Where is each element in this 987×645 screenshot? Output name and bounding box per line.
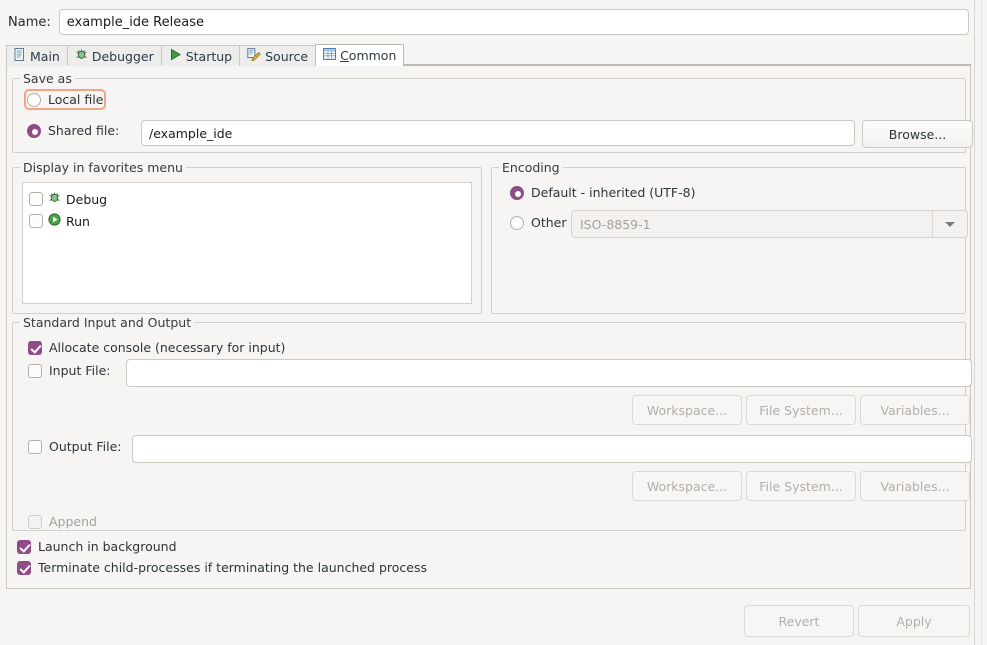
- allocate-console-row[interactable]: Allocate console (necessary for input): [28, 340, 285, 355]
- tab-main-label: Main: [30, 48, 60, 64]
- launch-in-background-checkbox[interactable]: [17, 539, 31, 554]
- save-as-title: Save as: [20, 71, 75, 86]
- encoding-default-radio[interactable]: [510, 185, 524, 200]
- append-label: Append: [49, 514, 97, 529]
- stdio-title: Standard Input and Output: [20, 315, 195, 330]
- output-variables-label: Variables...: [880, 478, 950, 494]
- allocate-console-label: Allocate console (necessary for input): [49, 340, 286, 355]
- allocate-console-checkbox[interactable]: [28, 340, 42, 355]
- tab-source-label: Source: [265, 48, 309, 64]
- encoding-default-label: Default - inherited (UTF-8): [531, 185, 696, 200]
- output-workspace-label: Workspace...: [646, 478, 728, 494]
- terminate-children-row[interactable]: Terminate child-processes if terminating…: [17, 560, 427, 575]
- input-file-input[interactable]: [126, 359, 972, 387]
- input-variables-label: Variables...: [880, 402, 950, 418]
- append-checkbox[interactable]: [28, 514, 42, 529]
- revert-button[interactable]: Revert: [744, 605, 854, 637]
- tab-debugger-label: Debugger: [91, 48, 154, 64]
- output-file-label: Output File:: [49, 439, 122, 454]
- encoding-other-combobox[interactable]: ISO-8859-1: [571, 210, 968, 238]
- encoding-other-value: ISO-8859-1: [580, 216, 651, 232]
- tab-startup-label: Startup: [185, 48, 233, 64]
- favorites-debug-checkbox[interactable]: [29, 192, 43, 206]
- output-filesystem-label: File System...: [759, 478, 843, 494]
- input-workspace-label: Workspace...: [646, 402, 728, 418]
- launch-in-background-row[interactable]: Launch in background: [17, 539, 177, 554]
- output-file-row[interactable]: Output File:: [28, 439, 122, 454]
- window-right-edge: [981, 0, 982, 645]
- shared-file-radio[interactable]: [27, 123, 41, 138]
- launch-configuration-dialog: Name: example_ide Release Main Debugger …: [0, 0, 987, 645]
- append-row[interactable]: Append: [28, 514, 97, 529]
- local-file-radio-row[interactable]: Local file: [23, 89, 107, 110]
- shared-file-label: Shared file:: [48, 123, 120, 138]
- tab-common-label: Common: [340, 48, 397, 63]
- input-workspace-button[interactable]: Workspace...: [632, 395, 742, 425]
- output-filesystem-button[interactable]: File System...: [746, 471, 856, 501]
- shared-file-input[interactable]: /example_ide: [141, 120, 855, 146]
- apply-button[interactable]: Apply: [858, 605, 970, 637]
- input-filesystem-button[interactable]: File System...: [746, 395, 856, 425]
- input-filesystem-label: File System...: [759, 402, 843, 418]
- tab-bar: Main Debugger Startup Source Common: [6, 44, 971, 66]
- local-file-radio[interactable]: [27, 92, 41, 107]
- common-tab-panel: Save as Local file Shared file: /example…: [6, 66, 973, 589]
- common-table-icon: [323, 48, 336, 63]
- apply-button-label: Apply: [896, 613, 932, 629]
- chevron-down-icon[interactable]: [932, 211, 967, 237]
- play-icon: [169, 48, 182, 64]
- source-edit-icon: [247, 48, 261, 64]
- output-file-input[interactable]: [132, 435, 972, 463]
- favorites-list[interactable]: Debug Run: [22, 182, 472, 304]
- tab-startup[interactable]: Startup: [160, 45, 241, 66]
- name-input[interactable]: example_ide Release: [58, 9, 969, 35]
- tab-debugger[interactable]: Debugger: [66, 45, 162, 66]
- favorites-item-run[interactable]: Run: [23, 211, 471, 231]
- shared-file-radio-row[interactable]: Shared file:: [27, 123, 119, 138]
- name-label: Name:: [8, 14, 51, 30]
- encoding-group: Encoding Default - inherited (UTF-8) Oth…: [491, 160, 968, 314]
- favorites-item-debug[interactable]: Debug: [23, 189, 471, 209]
- terminate-children-label: Terminate child-processes if terminating…: [38, 560, 428, 575]
- save-as-group: Save as Local file Shared file: /example…: [12, 71, 973, 153]
- launch-in-background-label: Launch in background: [38, 539, 177, 554]
- tab-common[interactable]: Common: [315, 44, 405, 66]
- output-workspace-button[interactable]: Workspace...: [632, 471, 742, 501]
- tab-source[interactable]: Source: [239, 45, 317, 66]
- input-file-label: Input File:: [49, 363, 111, 378]
- browse-button[interactable]: Browse...: [862, 120, 973, 148]
- favorites-debug-label: Debug: [66, 191, 108, 207]
- encoding-other-radio[interactable]: [510, 215, 524, 230]
- name-row: Name: example_ide Release: [0, 6, 975, 38]
- bug-icon: [48, 191, 61, 207]
- encoding-other-label: Other: [531, 215, 567, 230]
- bug-icon: [75, 48, 88, 64]
- panel-right-edge: [974, 0, 975, 645]
- favorites-run-checkbox[interactable]: [29, 214, 43, 228]
- shared-file-value: /example_ide: [149, 125, 233, 141]
- terminate-children-checkbox[interactable]: [17, 560, 31, 575]
- favorites-title: Display in favorites menu: [20, 160, 186, 175]
- browse-button-label: Browse...: [888, 126, 947, 142]
- encoding-title: Encoding: [499, 160, 563, 175]
- output-variables-button[interactable]: Variables...: [860, 471, 970, 501]
- favorites-run-label: Run: [66, 213, 90, 229]
- stdio-group: Standard Input and Output Allocate conso…: [12, 315, 972, 531]
- tab-main[interactable]: Main: [6, 45, 68, 66]
- tab-bar-filler: [403, 43, 971, 65]
- favorites-group: Display in favorites menu Debug Run: [12, 160, 482, 314]
- input-file-row[interactable]: Input File:: [28, 363, 110, 378]
- input-file-checkbox[interactable]: [28, 363, 42, 378]
- encoding-other-radio-row[interactable]: Other: [510, 215, 567, 230]
- run-green-play-icon: [48, 213, 61, 229]
- local-file-label: Local file: [48, 92, 104, 107]
- encoding-default-radio-row[interactable]: Default - inherited (UTF-8): [510, 185, 695, 200]
- document-icon: [14, 48, 26, 64]
- output-file-checkbox[interactable]: [28, 439, 42, 454]
- input-variables-button[interactable]: Variables...: [860, 395, 970, 425]
- revert-button-label: Revert: [778, 613, 820, 629]
- name-input-value: example_ide Release: [66, 14, 204, 30]
